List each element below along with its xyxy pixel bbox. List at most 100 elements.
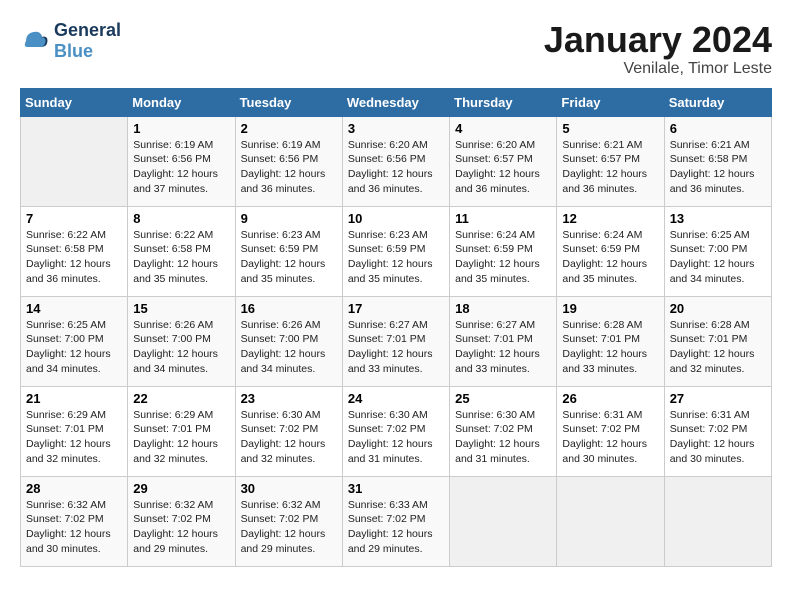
day-number: 18 [455, 301, 551, 316]
calendar-cell: 3 Sunrise: 6:20 AM Sunset: 6:56 PM Daylig… [342, 116, 449, 206]
calendar-week-row: 28Sunrise: 6:32 AM Sunset: 7:02 PM Dayli… [21, 476, 772, 566]
day-info: Sunrise: 6:25 AM Sunset: 7:00 PM Dayligh… [26, 318, 122, 377]
day-info: Sunrise: 6:24 AM Sunset: 6:59 PM Dayligh… [562, 228, 658, 287]
day-info: Sunrise: 6:29 AM Sunset: 7:01 PM Dayligh… [26, 408, 122, 467]
calendar-cell: 23 Sunrise: 6:30 AM Sunset: 7:02 PM Dayli… [235, 386, 342, 476]
day-number: 4 [455, 121, 551, 136]
weekday-header: Saturday [664, 88, 771, 116]
calendar-cell: 13 Sunrise: 6:25 AM Sunset: 7:00 PM Dayli… [664, 206, 771, 296]
calendar-cell: 29 Sunrise: 6:32 AM Sunset: 7:02 PM Dayli… [128, 476, 235, 566]
day-info: Sunrise: 6:31 AM Sunset: 7:02 PM Dayligh… [670, 408, 766, 467]
day-number: 20 [670, 301, 766, 316]
day-number: 25 [455, 391, 551, 406]
day-number: 11 [455, 211, 551, 226]
day-info: Sunrise: 6:28 AM Sunset: 7:01 PM Dayligh… [562, 318, 658, 377]
calendar-cell: 30 Sunrise: 6:32 AM Sunset: 7:02 PM Dayli… [235, 476, 342, 566]
day-info: Sunrise: 6:33 AM Sunset: 7:02 PM Dayligh… [348, 498, 444, 557]
weekday-header: Friday [557, 88, 664, 116]
page-header: General Blue January 2024 Venilale, Timo… [20, 20, 772, 78]
calendar-cell [450, 476, 557, 566]
day-number: 22 [133, 391, 229, 406]
day-number: 26 [562, 391, 658, 406]
calendar-cell: 7Sunrise: 6:22 AM Sunset: 6:58 PM Daylig… [21, 206, 128, 296]
day-number: 16 [241, 301, 337, 316]
calendar-cell: 6 Sunrise: 6:21 AM Sunset: 6:58 PM Daylig… [664, 116, 771, 206]
calendar-cell: 19 Sunrise: 6:28 AM Sunset: 7:01 PM Dayli… [557, 296, 664, 386]
day-number: 10 [348, 211, 444, 226]
day-number: 29 [133, 481, 229, 496]
calendar-cell: 4 Sunrise: 6:20 AM Sunset: 6:57 PM Daylig… [450, 116, 557, 206]
calendar-cell: 27 Sunrise: 6:31 AM Sunset: 7:02 PM Dayli… [664, 386, 771, 476]
calendar-cell: 12 Sunrise: 6:24 AM Sunset: 6:59 PM Dayli… [557, 206, 664, 296]
calendar-cell: 31 Sunrise: 6:33 AM Sunset: 7:02 PM Dayli… [342, 476, 449, 566]
day-info: Sunrise: 6:25 AM Sunset: 7:00 PM Dayligh… [670, 228, 766, 287]
logo-icon [20, 26, 50, 56]
calendar-week-row: 7Sunrise: 6:22 AM Sunset: 6:58 PM Daylig… [21, 206, 772, 296]
day-number: 6 [670, 121, 766, 136]
calendar-cell: 8Sunrise: 6:22 AM Sunset: 6:58 PM Daylig… [128, 206, 235, 296]
calendar-week-row: 21 Sunrise: 6:29 AM Sunset: 7:01 PM Dayli… [21, 386, 772, 476]
day-number: 13 [670, 211, 766, 226]
day-info: Sunrise: 6:22 AM Sunset: 6:58 PM Dayligh… [26, 228, 122, 287]
calendar-cell: 28Sunrise: 6:32 AM Sunset: 7:02 PM Dayli… [21, 476, 128, 566]
calendar-cell [664, 476, 771, 566]
day-number: 9 [241, 211, 337, 226]
calendar-cell: 1 Sunrise: 6:19 AM Sunset: 6:56 PM Daylig… [128, 116, 235, 206]
day-number: 1 [133, 121, 229, 136]
day-info: Sunrise: 6:30 AM Sunset: 7:02 PM Dayligh… [241, 408, 337, 467]
calendar-week-row: 14Sunrise: 6:25 AM Sunset: 7:00 PM Dayli… [21, 296, 772, 386]
calendar-cell: 16 Sunrise: 6:26 AM Sunset: 7:00 PM Dayli… [235, 296, 342, 386]
month-title: January 2024 [544, 20, 772, 60]
day-info: Sunrise: 6:20 AM Sunset: 6:56 PM Dayligh… [348, 138, 444, 197]
day-info: Sunrise: 6:32 AM Sunset: 7:02 PM Dayligh… [241, 498, 337, 557]
title-block: January 2024 Venilale, Timor Leste [544, 20, 772, 78]
weekday-header: Wednesday [342, 88, 449, 116]
calendar-cell: 15 Sunrise: 6:26 AM Sunset: 7:00 PM Dayli… [128, 296, 235, 386]
weekday-header: Monday [128, 88, 235, 116]
weekday-header: Tuesday [235, 88, 342, 116]
day-info: Sunrise: 6:23 AM Sunset: 6:59 PM Dayligh… [241, 228, 337, 287]
calendar-table: SundayMondayTuesdayWednesdayThursdayFrid… [20, 88, 772, 567]
day-info: Sunrise: 6:21 AM Sunset: 6:58 PM Dayligh… [670, 138, 766, 197]
calendar-cell [21, 116, 128, 206]
day-number: 17 [348, 301, 444, 316]
day-number: 5 [562, 121, 658, 136]
day-info: Sunrise: 6:20 AM Sunset: 6:57 PM Dayligh… [455, 138, 551, 197]
day-number: 21 [26, 391, 122, 406]
day-info: Sunrise: 6:30 AM Sunset: 7:02 PM Dayligh… [348, 408, 444, 467]
calendar-cell: 21 Sunrise: 6:29 AM Sunset: 7:01 PM Dayli… [21, 386, 128, 476]
day-number: 30 [241, 481, 337, 496]
calendar-cell: 18Sunrise: 6:27 AM Sunset: 7:01 PM Dayli… [450, 296, 557, 386]
day-info: Sunrise: 6:27 AM Sunset: 7:01 PM Dayligh… [348, 318, 444, 377]
day-info: Sunrise: 6:26 AM Sunset: 7:00 PM Dayligh… [241, 318, 337, 377]
day-number: 27 [670, 391, 766, 406]
day-number: 12 [562, 211, 658, 226]
calendar-cell: 22 Sunrise: 6:29 AM Sunset: 7:01 PM Dayli… [128, 386, 235, 476]
day-info: Sunrise: 6:24 AM Sunset: 6:59 PM Dayligh… [455, 228, 551, 287]
calendar-cell: 25 Sunrise: 6:30 AM Sunset: 7:02 PM Dayli… [450, 386, 557, 476]
day-info: Sunrise: 6:19 AM Sunset: 6:56 PM Dayligh… [241, 138, 337, 197]
calendar-cell: 24 Sunrise: 6:30 AM Sunset: 7:02 PM Dayli… [342, 386, 449, 476]
day-info: Sunrise: 6:19 AM Sunset: 6:56 PM Dayligh… [133, 138, 229, 197]
calendar-cell: 11 Sunrise: 6:24 AM Sunset: 6:59 PM Dayli… [450, 206, 557, 296]
day-info: Sunrise: 6:22 AM Sunset: 6:58 PM Dayligh… [133, 228, 229, 287]
day-info: Sunrise: 6:30 AM Sunset: 7:02 PM Dayligh… [455, 408, 551, 467]
day-number: 19 [562, 301, 658, 316]
calendar-week-row: 1 Sunrise: 6:19 AM Sunset: 6:56 PM Daylig… [21, 116, 772, 206]
day-number: 31 [348, 481, 444, 496]
calendar-cell: 14Sunrise: 6:25 AM Sunset: 7:00 PM Dayli… [21, 296, 128, 386]
day-number: 15 [133, 301, 229, 316]
day-number: 2 [241, 121, 337, 136]
day-number: 23 [241, 391, 337, 406]
calendar-cell: 10Sunrise: 6:23 AM Sunset: 6:59 PM Dayli… [342, 206, 449, 296]
calendar-cell: 5Sunrise: 6:21 AM Sunset: 6:57 PM Daylig… [557, 116, 664, 206]
day-number: 24 [348, 391, 444, 406]
day-info: Sunrise: 6:29 AM Sunset: 7:01 PM Dayligh… [133, 408, 229, 467]
day-number: 3 [348, 121, 444, 136]
calendar-cell: 9 Sunrise: 6:23 AM Sunset: 6:59 PM Daylig… [235, 206, 342, 296]
day-info: Sunrise: 6:32 AM Sunset: 7:02 PM Dayligh… [133, 498, 229, 557]
day-info: Sunrise: 6:31 AM Sunset: 7:02 PM Dayligh… [562, 408, 658, 467]
day-info: Sunrise: 6:26 AM Sunset: 7:00 PM Dayligh… [133, 318, 229, 377]
calendar-cell: 26 Sunrise: 6:31 AM Sunset: 7:02 PM Dayli… [557, 386, 664, 476]
day-info: Sunrise: 6:28 AM Sunset: 7:01 PM Dayligh… [670, 318, 766, 377]
